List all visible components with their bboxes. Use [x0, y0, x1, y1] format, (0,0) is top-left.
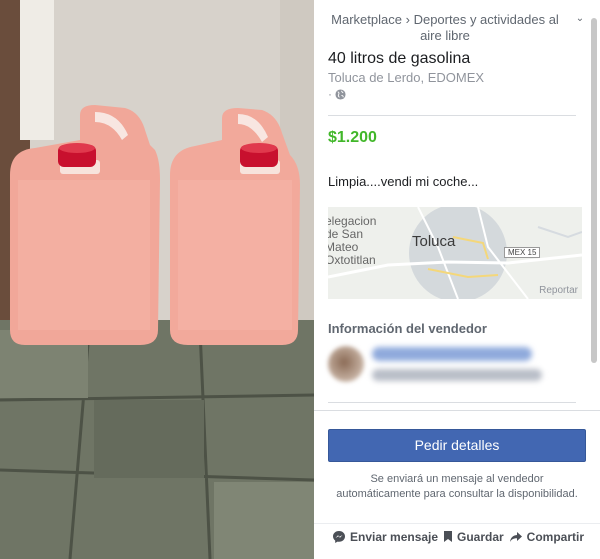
map-city-label: Toluca [412, 233, 456, 250]
listing-footer: Pedir detalles Se enviará un mensaje al … [314, 410, 600, 559]
scrollbar[interactable] [591, 18, 597, 363]
map-report-link[interactable]: Reportar [539, 285, 578, 296]
divider [328, 402, 576, 403]
breadcrumb-separator: › [405, 12, 410, 27]
globe-icon [335, 88, 346, 100]
cta-note: Se enviará un mensaje al vendedor automá… [336, 473, 578, 500]
listing-photo[interactable] [0, 0, 314, 559]
save-label: Guardar [457, 529, 504, 544]
send-message-label: Enviar mensaje [350, 529, 439, 544]
map-district-label: elegacion de San Mateo Oxtotitlan [328, 214, 377, 267]
action-bar: Enviar mensaje Guardar Compartir [314, 523, 600, 549]
share-icon [509, 531, 522, 542]
messenger-icon [333, 530, 345, 543]
seller-meta-blurred [372, 369, 542, 381]
listing-title: 40 litros de gasolina [328, 50, 471, 67]
share-button[interactable]: Compartir [509, 530, 584, 544]
send-message-button[interactable]: Enviar mensaje [332, 530, 438, 544]
seller-section-title: Información del vendedor [328, 321, 487, 336]
seller-details-blurred [372, 347, 542, 381]
divider [328, 115, 576, 116]
listing-description: Limpia....vendi mi coche... [328, 174, 479, 189]
privacy-dot: · [328, 87, 332, 101]
breadcrumb-category[interactable]: Deportes y actividades al aire libre [414, 12, 559, 43]
seller-info[interactable] [328, 346, 586, 382]
listing-location[interactable]: Toluca de Lerdo, EDOMEX [328, 70, 586, 86]
share-label: Compartir [526, 529, 584, 544]
listing-detail-panel: Marketplace › Deportes y actividades al … [314, 0, 600, 559]
breadcrumb: Marketplace › Deportes y actividades al … [328, 12, 586, 44]
seller-avatar[interactable] [328, 346, 364, 382]
request-details-button[interactable]: Pedir detalles [328, 429, 586, 462]
location-map[interactable]: elegacion de San Mateo Oxtotitlan Toluca… [328, 207, 582, 299]
listing-privacy: · [328, 86, 586, 102]
breadcrumb-root[interactable]: Marketplace [331, 12, 402, 27]
bookmark-icon [444, 531, 453, 542]
listing-price: $1.200 [328, 129, 377, 146]
chevron-down-icon[interactable]: ⌄ [574, 14, 586, 24]
save-button[interactable]: Guardar [443, 530, 504, 544]
listing-detail-scroll[interactable]: Marketplace › Deportes y actividades al … [314, 0, 600, 410]
seller-name-blurred[interactable] [372, 347, 532, 361]
map-road-badge: MEX 15 [504, 247, 541, 258]
listing-photo-image [0, 0, 314, 559]
